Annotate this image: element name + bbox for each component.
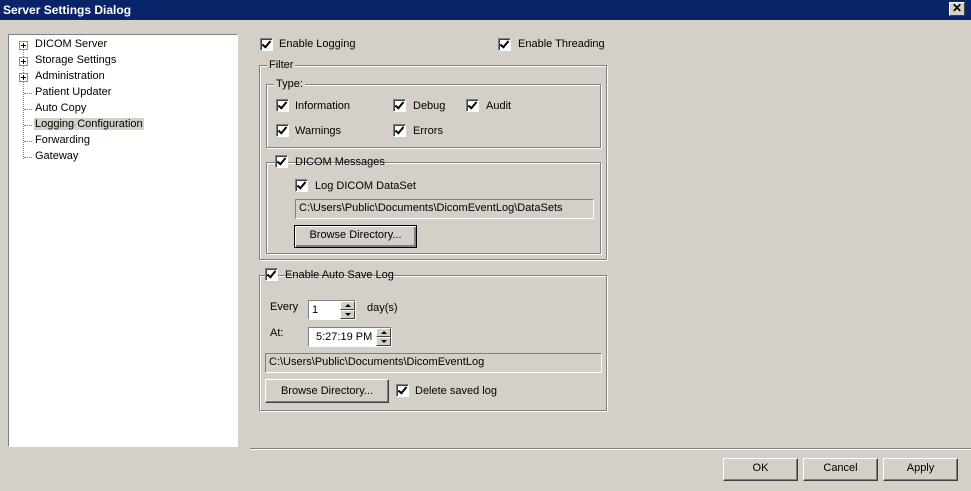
information-label: Information <box>295 100 351 112</box>
tree-item-patient-updater[interactable]: Patient Updater <box>9 85 237 101</box>
tree-item-label: Administration <box>35 70 105 82</box>
tree-item-label: Auto Copy <box>35 102 87 114</box>
tree-branch-line <box>24 93 32 94</box>
tree-item-dicom-server[interactable]: DICOM Server <box>9 37 237 53</box>
warnings-checkbox[interactable] <box>276 124 289 137</box>
tree-item-label: Forwarding <box>35 134 91 146</box>
debug-checkbox[interactable] <box>393 99 406 112</box>
spinner-buttons <box>340 301 355 319</box>
tree-branch-line <box>24 109 32 110</box>
expand-icon[interactable] <box>19 41 28 50</box>
tree-branch-line <box>24 141 32 142</box>
dicom-messages-checkbox[interactable] <box>275 155 288 168</box>
tree-item-label: DICOM Server <box>35 38 108 50</box>
enable-auto-save-label: Enable Auto Save Log <box>285 269 394 281</box>
tree-branch-line <box>24 157 32 158</box>
errors-label: Errors <box>413 125 443 137</box>
enable-threading-label: Enable Threading <box>518 38 605 50</box>
tree-item-label: Gateway <box>35 150 79 162</box>
tree-item-storage-settings[interactable]: Storage Settings <box>9 53 237 69</box>
tree-item-gateway[interactable]: Gateway <box>9 149 237 165</box>
settings-tree[interactable]: DICOM Server Storage Settings Administra… <box>8 34 238 447</box>
tree-item-administration[interactable]: Administration <box>9 69 237 85</box>
at-time-value: 5:27:19 PM <box>316 331 373 343</box>
errors-checkbox[interactable] <box>393 124 406 137</box>
spinner-buttons <box>376 328 391 346</box>
log-dataset-label: Log DICOM DataSet <box>315 180 416 192</box>
information-checkbox[interactable] <box>276 99 289 112</box>
at-label: At: <box>270 327 284 339</box>
audit-label: Audit <box>486 100 512 112</box>
browse-dataset-directory-button[interactable]: Browse Directory... <box>294 225 417 248</box>
delete-saved-log-checkbox[interactable] <box>396 384 409 397</box>
tree-item-logging-configuration[interactable]: Logging Configuration <box>9 117 237 133</box>
tree-item-label: Patient Updater <box>35 86 112 98</box>
window-title: Server Settings Dialog <box>3 3 132 17</box>
apply-button[interactable]: Apply <box>883 458 958 481</box>
every-days-value: 1 <box>312 304 319 316</box>
spin-down-icon[interactable] <box>340 310 355 319</box>
cancel-button[interactable]: Cancel <box>803 458 878 481</box>
audit-checkbox[interactable] <box>466 99 479 112</box>
warnings-label: Warnings <box>295 125 342 137</box>
spin-up-icon[interactable] <box>376 328 391 337</box>
enable-logging-checkbox[interactable] <box>260 38 273 51</box>
every-label: Every <box>270 301 299 313</box>
auto-save-path-field[interactable]: C:\Users\Public\Documents\DicomEventLog <box>265 353 602 373</box>
close-button[interactable]: ✕ <box>949 2 965 16</box>
ok-button[interactable]: OK <box>723 458 798 481</box>
tree-item-label: Storage Settings <box>35 54 117 66</box>
type-group <box>266 84 601 148</box>
title-bar <box>0 0 971 20</box>
days-label: day(s) <box>367 302 398 314</box>
enable-auto-save-checkbox[interactable] <box>265 268 278 281</box>
tree-branch-line <box>24 125 32 126</box>
tree-item-auto-copy[interactable]: Auto Copy <box>9 101 237 117</box>
tree-item-label: Logging Configuration <box>34 118 144 130</box>
spin-up-icon[interactable] <box>340 301 355 310</box>
debug-label: Debug <box>413 100 446 112</box>
browse-log-directory-button[interactable]: Browse Directory... <box>265 379 389 403</box>
tree-item-forwarding[interactable]: Forwarding <box>9 133 237 149</box>
expand-icon[interactable] <box>19 57 28 66</box>
every-days-spinner[interactable]: 1 <box>308 300 356 320</box>
dicom-messages-label: DICOM Messages <box>295 156 385 168</box>
filter-group-title: Filter <box>267 59 296 71</box>
type-group-title: Type: <box>274 78 305 90</box>
spin-down-icon[interactable] <box>376 337 391 346</box>
at-time-spinner[interactable]: 5:27:19 PM <box>308 327 392 347</box>
enable-threading-checkbox[interactable] <box>498 38 511 51</box>
dataset-path-field[interactable]: C:\Users\Public\Documents\DicomEventLog\… <box>295 199 594 219</box>
footer-separator <box>250 448 971 450</box>
enable-logging-label: Enable Logging <box>279 38 356 50</box>
expand-icon[interactable] <box>19 73 28 82</box>
log-dataset-checkbox[interactable] <box>295 179 308 192</box>
delete-saved-log-label: Delete saved log <box>415 385 497 397</box>
